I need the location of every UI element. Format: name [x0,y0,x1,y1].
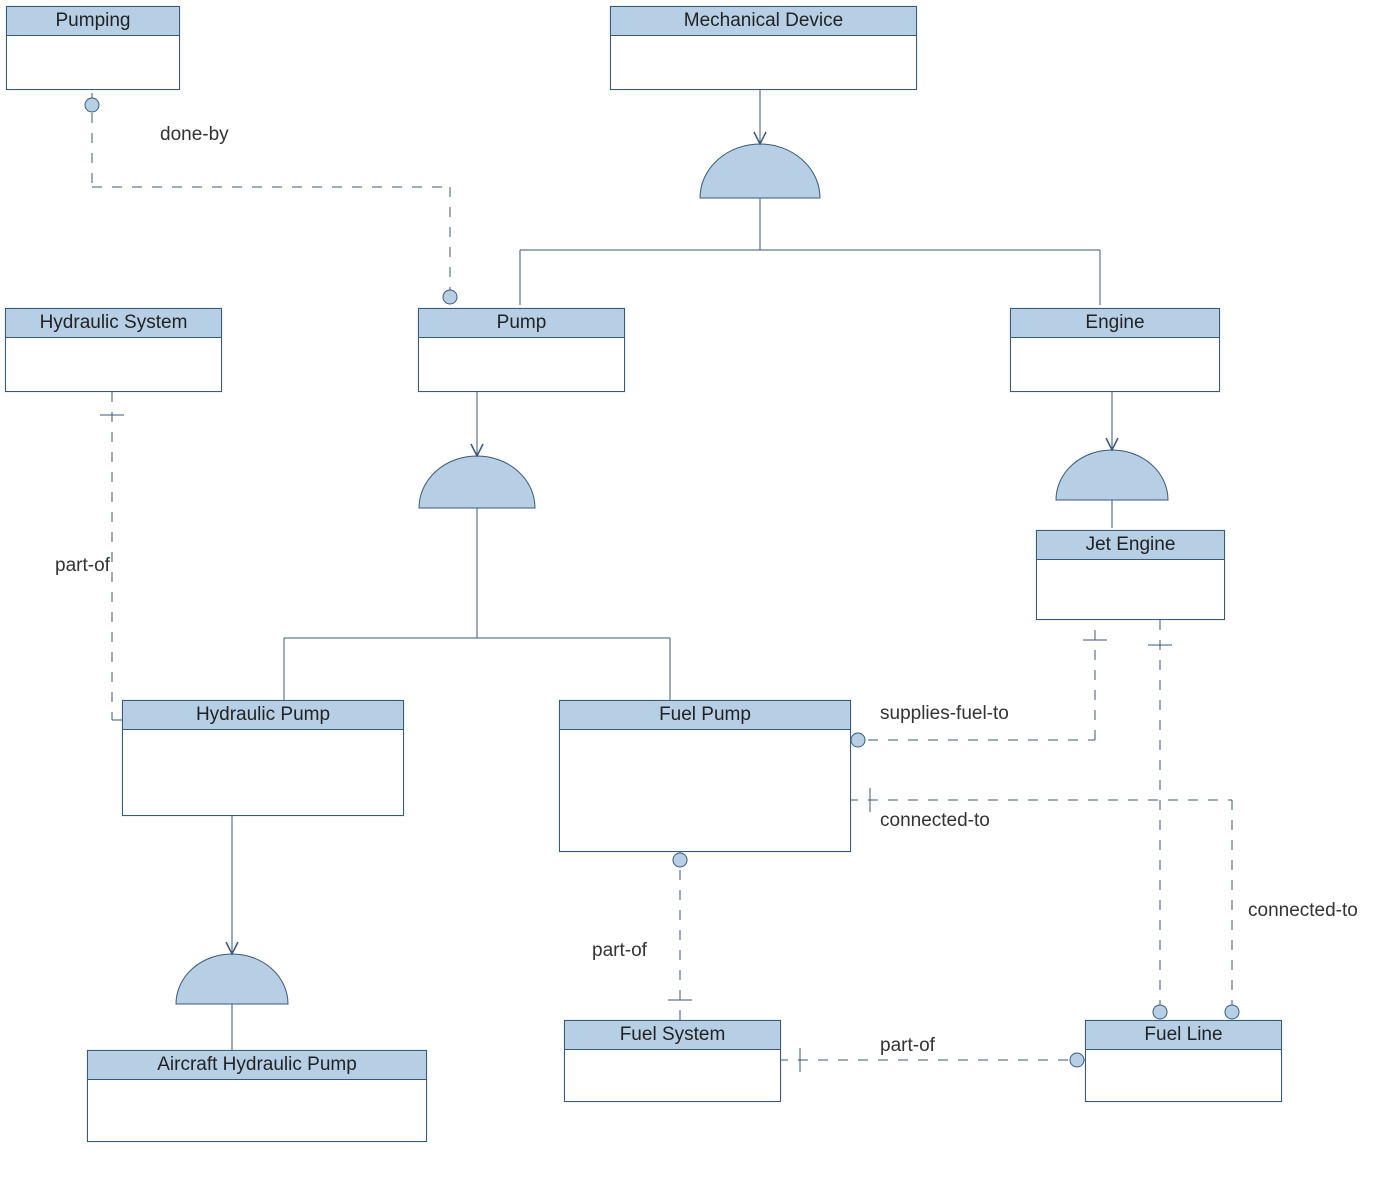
entity-mechanical-device[interactable]: Mechanical Device [610,6,917,90]
entity-hydraulic-system[interactable]: Hydraulic System [5,308,222,392]
gate-mech-device [700,144,820,198]
label-connected-to-je-fl: connected-to [1248,900,1358,922]
entity-fuel-line-header: Fuel Line [1086,1021,1281,1050]
entity-aircraft-hydraulic-pump[interactable]: Aircraft Hydraulic Pump [87,1050,427,1142]
entity-fuel-line[interactable]: Fuel Line [1085,1020,1282,1102]
entity-pumping[interactable]: Pumping [6,6,180,90]
rel-part-of-hs-hp [100,392,204,727]
entity-pumping-header: Pumping [7,7,179,36]
entity-engine[interactable]: Engine [1010,308,1220,392]
entity-pump[interactable]: Pump [418,308,625,392]
entity-fuel-pump-header: Fuel Pump [560,701,850,730]
gate-pump [419,456,535,508]
label-part-of-hs-hp: part-of [55,555,110,577]
entity-jet-engine[interactable]: Jet Engine [1036,530,1225,620]
entity-engine-header: Engine [1011,309,1219,338]
entity-aircraft-hydraulic-pump-header: Aircraft Hydraulic Pump [88,1051,426,1080]
entity-fuel-system[interactable]: Fuel System [564,1020,781,1102]
gate-hyd-pump [176,954,288,1004]
rel-part-of-fp-fs [668,850,692,1020]
entity-fuel-pump[interactable]: Fuel Pump [559,700,851,852]
entity-hydraulic-system-header: Hydraulic System [6,309,221,338]
rel-connected-to-je-fl [1148,620,1172,1020]
label-part-of-fp-fs: part-of [592,940,647,962]
label-connected-to-fp-fl: connected-to [880,810,990,832]
entity-fuel-system-header: Fuel System [565,1021,780,1050]
entity-hydraulic-pump[interactable]: Hydraulic Pump [122,700,404,816]
label-part-of-fs-fl: part-of [880,1035,935,1057]
rel-supplies-fuel-to [848,620,1107,747]
entity-jet-engine-header: Jet Engine [1037,531,1224,560]
label-done-by: done-by [160,124,229,146]
entity-hydraulic-pump-header: Hydraulic Pump [123,701,403,730]
label-supplies-fuel-to: supplies-fuel-to [880,703,1009,725]
rel-done-by [85,93,457,305]
gate-engine [1056,450,1168,500]
entity-mechanical-device-header: Mechanical Device [611,7,916,36]
entity-pump-header: Pump [419,309,624,338]
